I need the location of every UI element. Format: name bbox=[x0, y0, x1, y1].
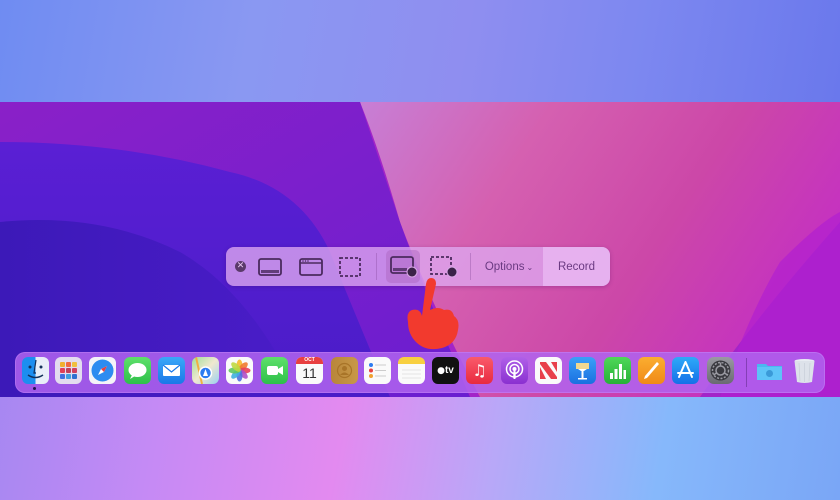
photos-flower-icon bbox=[228, 359, 251, 382]
dock-app-music[interactable]: ♫ bbox=[466, 357, 493, 384]
music-note-icon: ♫ bbox=[472, 361, 487, 380]
dock-app-mail[interactable] bbox=[158, 357, 185, 384]
dock-app-podcasts[interactable] bbox=[501, 357, 528, 384]
folder-download-icon bbox=[757, 364, 782, 380]
dashed-selection-icon bbox=[339, 257, 361, 277]
podcast-icon bbox=[505, 360, 524, 379]
safari-compass-icon bbox=[91, 359, 114, 382]
checklist-icon bbox=[369, 363, 386, 378]
notes-icon bbox=[402, 369, 421, 379]
envelope-icon bbox=[162, 364, 181, 376]
capture-entire-screen-button[interactable] bbox=[256, 255, 284, 279]
dock-app-maps[interactable] bbox=[192, 357, 219, 384]
chevron-down-icon: ⌄ bbox=[526, 263, 534, 272]
options-menu-button[interactable]: Options ⌄ bbox=[475, 247, 543, 286]
trash-icon bbox=[794, 359, 815, 383]
dock-app-photos[interactable] bbox=[226, 357, 253, 384]
background-top bbox=[0, 0, 840, 102]
app-store-icon bbox=[677, 361, 694, 378]
toolbar-divider bbox=[376, 253, 377, 280]
news-icon bbox=[540, 362, 557, 379]
podium-icon bbox=[576, 363, 589, 380]
pen-icon bbox=[644, 362, 659, 379]
tv-label: tv bbox=[444, 365, 454, 376]
dock-stack-trash[interactable] bbox=[791, 357, 818, 384]
dock-app-contacts[interactable] bbox=[331, 357, 358, 384]
close-toolbar-button[interactable]: ✕ bbox=[235, 261, 246, 272]
video-camera-icon bbox=[267, 366, 283, 375]
toolbar-divider bbox=[470, 253, 471, 280]
dock-app-system-preferences[interactable] bbox=[707, 357, 734, 384]
dock-app-numbers[interactable] bbox=[604, 357, 631, 384]
capture-selection-button[interactable] bbox=[336, 255, 364, 279]
dock-app-notes[interactable] bbox=[398, 357, 425, 384]
map-pin-icon bbox=[195, 357, 213, 384]
dock-app-calendar[interactable]: OCT 11 bbox=[296, 357, 323, 384]
bar-chart-icon bbox=[610, 364, 626, 379]
launchpad-icon bbox=[60, 362, 77, 379]
dock-app-news[interactable] bbox=[535, 357, 562, 384]
dock-app-app-store[interactable] bbox=[672, 357, 699, 384]
capture-window-button[interactable] bbox=[297, 255, 325, 279]
message-bubble-icon bbox=[128, 363, 147, 379]
dock: OCT 11 ● tv ♫ bbox=[15, 352, 825, 393]
apple-logo-icon: ● bbox=[437, 365, 445, 376]
record-button[interactable]: Record bbox=[543, 247, 610, 286]
dock-app-safari[interactable] bbox=[89, 357, 116, 384]
window-icon bbox=[299, 258, 323, 276]
dashed-record-icon bbox=[430, 256, 458, 278]
dock-app-reminders[interactable] bbox=[364, 357, 391, 384]
running-indicator bbox=[33, 387, 36, 390]
dock-app-keynote[interactable] bbox=[569, 357, 596, 384]
dock-app-messages[interactable] bbox=[124, 357, 151, 384]
screen-icon bbox=[258, 258, 282, 276]
options-label: Options bbox=[484, 260, 525, 273]
calendar-day: 11 bbox=[302, 365, 317, 381]
gear-icon bbox=[710, 360, 731, 381]
pointing-hand-icon bbox=[407, 278, 459, 350]
record-label: Record bbox=[557, 260, 596, 273]
close-icon: ✕ bbox=[236, 261, 245, 271]
dock-app-launchpad[interactable] bbox=[55, 357, 82, 384]
dock-app-finder[interactable] bbox=[22, 357, 49, 384]
dock-app-tv[interactable]: ● tv bbox=[432, 357, 459, 384]
calendar-month: OCT bbox=[296, 357, 323, 364]
finder-icon bbox=[27, 359, 44, 379]
contact-person-icon bbox=[336, 362, 353, 379]
dock-app-pages[interactable] bbox=[638, 357, 665, 384]
dock-stack-downloads[interactable] bbox=[756, 357, 783, 384]
screen-record-icon bbox=[390, 256, 418, 278]
dock-app-facetime[interactable] bbox=[261, 357, 288, 384]
dock-divider bbox=[746, 358, 747, 387]
